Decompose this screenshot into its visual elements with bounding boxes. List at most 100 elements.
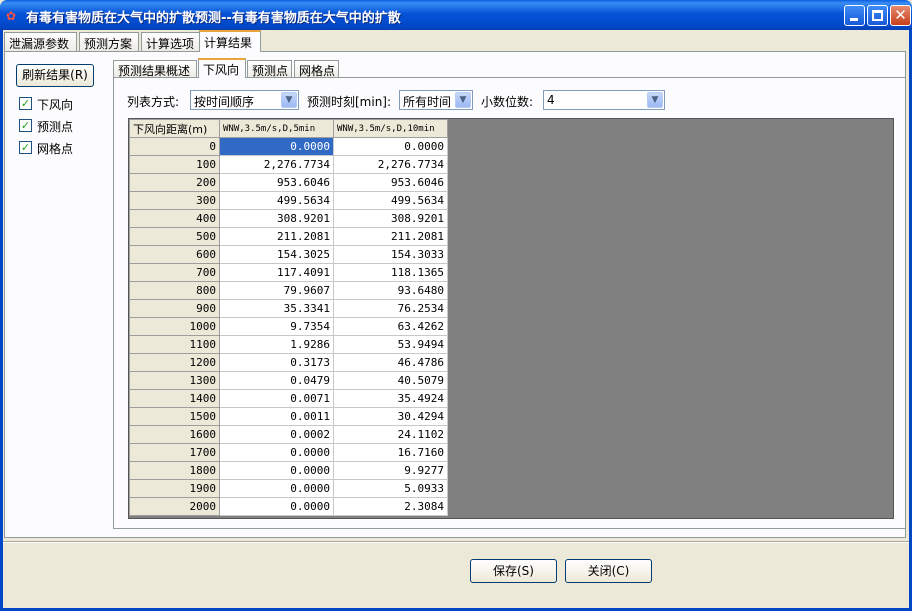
save-button[interactable]: 保存(S)	[470, 559, 557, 583]
table-cell[interactable]: 9.7354	[219, 317, 334, 336]
table-row[interactable]: 100 2,276.7734 2,276.7734	[129, 155, 448, 174]
tab-scheme[interactable]: 预测方案	[79, 32, 139, 51]
row-header-distance: 1500	[129, 407, 220, 426]
table-row[interactable]: 2000 0.0000 2.3084	[129, 497, 448, 516]
chevron-down-icon: ▼	[647, 92, 663, 108]
table-row[interactable]: 1200 0.3173 46.4786	[129, 353, 448, 372]
table-row[interactable]: 1900 0.0000 5.0933	[129, 479, 448, 498]
table-cell[interactable]: 0.0479	[219, 371, 334, 390]
table-row[interactable]: 1300 0.0479 40.5079	[129, 371, 448, 390]
table-cell[interactable]: 211.2081	[333, 227, 448, 246]
table-cell[interactable]: 1.9286	[219, 335, 334, 354]
table-cell[interactable]: 0.0000	[219, 461, 334, 480]
maximize-button[interactable]	[867, 5, 888, 26]
table-cell[interactable]: 46.4786	[333, 353, 448, 372]
row-header-distance: 1100	[129, 335, 220, 354]
time-select[interactable]: 所有时间 ▼	[399, 90, 473, 110]
table-cell[interactable]: 308.9201	[219, 209, 334, 228]
divider	[3, 541, 909, 543]
table-cell[interactable]: 308.9201	[333, 209, 448, 228]
table-cell[interactable]: 2,276.7734	[333, 155, 448, 174]
tab-grid-points[interactable]: 网格点	[294, 60, 339, 78]
table-cell[interactable]: 5.0933	[333, 479, 448, 498]
column-header[interactable]: WNW,3.5m/s,D,5min	[219, 119, 334, 138]
table-cell[interactable]: 0.0000	[219, 443, 334, 462]
row-header-distance: 900	[129, 299, 220, 318]
table-cell[interactable]: 24.1102	[333, 425, 448, 444]
minimize-icon	[850, 18, 858, 21]
table-cell[interactable]: 0.0000	[219, 479, 334, 498]
table-cell[interactable]: 30.4294	[333, 407, 448, 426]
row-header-distance: 200	[129, 173, 220, 192]
table-row[interactable]: 1500 0.0011 30.4294	[129, 407, 448, 426]
table-cell[interactable]: 0.0011	[219, 407, 334, 426]
decimals-select[interactable]: 4 ▼	[543, 90, 665, 110]
tab-leak-source[interactable]: 泄漏源参数	[4, 32, 77, 51]
row-header-distance: 1900	[129, 479, 220, 498]
column-header[interactable]: WNW,3.5m/s,D,10min	[333, 119, 448, 138]
table-cell[interactable]: 499.5634	[219, 191, 334, 210]
table-cell[interactable]: 0.0000	[333, 137, 448, 156]
refresh-results-button[interactable]: 刷新结果(R)	[16, 64, 94, 87]
table-cell[interactable]: 35.3341	[219, 299, 334, 318]
table-cell[interactable]: 211.2081	[219, 227, 334, 246]
table-cell[interactable]: 154.3025	[219, 245, 334, 264]
row-header-distance: 700	[129, 263, 220, 282]
table-row[interactable]: 0 0.0000 0.0000	[129, 137, 448, 156]
table-row[interactable]: 1700 0.0000 16.7160	[129, 443, 448, 462]
table-cell[interactable]: 2,276.7734	[219, 155, 334, 174]
close-button[interactable]: 关闭(C)	[565, 559, 652, 583]
list-mode-label: 列表方式:	[127, 95, 180, 109]
tab-downwind[interactable]: 下风向	[198, 58, 246, 78]
table-cell[interactable]: 118.1365	[333, 263, 448, 282]
table-row[interactable]: 1000 9.7354 63.4262	[129, 317, 448, 336]
table-row[interactable]: 300 499.5634 499.5634	[129, 191, 448, 210]
table-cell[interactable]: 0.0071	[219, 389, 334, 408]
table-cell[interactable]: 0.0000	[219, 497, 334, 516]
table-cell[interactable]: 79.9607	[219, 281, 334, 300]
table-cell[interactable]: 40.5079	[333, 371, 448, 390]
tab-calc-results[interactable]: 计算结果	[199, 30, 261, 52]
table-row[interactable]: 700 117.4091 118.1365	[129, 263, 448, 282]
table-cell[interactable]: 53.9494	[333, 335, 448, 354]
table-cell[interactable]: 2.3084	[333, 497, 448, 516]
table-cell[interactable]: 154.3033	[333, 245, 448, 264]
table-cell[interactable]: 16.7160	[333, 443, 448, 462]
table-cell[interactable]: 953.6046	[219, 173, 334, 192]
minimize-button[interactable]	[844, 5, 865, 26]
table-row[interactable]: 600 154.3025 154.3033	[129, 245, 448, 264]
table-row[interactable]: 800 79.9607 93.6480	[129, 281, 448, 300]
table-row[interactable]: 1600 0.0002 24.1102	[129, 425, 448, 444]
table-row[interactable]: 900 35.3341 76.2534	[129, 299, 448, 318]
table-cell[interactable]: 63.4262	[333, 317, 448, 336]
close-window-button[interactable]: ✕	[890, 5, 911, 26]
table-cell[interactable]: 9.9277	[333, 461, 448, 480]
column-header[interactable]: 下风向距离(m)	[129, 119, 220, 138]
table-row[interactable]: 1100 1.9286 53.9494	[129, 335, 448, 354]
table-cell[interactable]: 117.4091	[219, 263, 334, 282]
window-title: 有毒有害物质在大气中的扩散预测--有毒有害物质在大气中的扩散	[26, 11, 401, 26]
table-cell[interactable]: 499.5634	[333, 191, 448, 210]
list-mode-select[interactable]: 按时间顺序 ▼	[190, 90, 299, 110]
row-header-distance: 600	[129, 245, 220, 264]
tab-prediction-points[interactable]: 预测点	[247, 60, 292, 78]
table-row[interactable]: 500 211.2081 211.2081	[129, 227, 448, 246]
table-cell[interactable]: 93.6480	[333, 281, 448, 300]
table-cell[interactable]: 35.4924	[333, 389, 448, 408]
tab-calc-options[interactable]: 计算选项	[141, 32, 201, 51]
row-header-distance: 1300	[129, 371, 220, 390]
chevron-down-icon: ▼	[455, 92, 471, 108]
table-cell[interactable]: 0.0000	[219, 137, 334, 156]
table-row[interactable]: 1800 0.0000 9.9277	[129, 461, 448, 480]
tab-summary[interactable]: 预测结果概述	[113, 60, 197, 78]
row-header-distance: 500	[129, 227, 220, 246]
table-row[interactable]: 1400 0.0071 35.4924	[129, 389, 448, 408]
table-row[interactable]: 200 953.6046 953.6046	[129, 173, 448, 192]
table-row[interactable]: 400 308.9201 308.9201	[129, 209, 448, 228]
table-cell[interactable]: 0.0002	[219, 425, 334, 444]
table-cell[interactable]: 76.2534	[333, 299, 448, 318]
table-cell[interactable]: 0.3173	[219, 353, 334, 372]
results-grid[interactable]: 下风向距离(m) WNW,3.5m/s,D,5min WNW,3.5m/s,D,…	[129, 119, 448, 516]
table-cell[interactable]: 953.6046	[333, 173, 448, 192]
title-bar: ✿ 有毒有害物质在大气中的扩散预测--有毒有害物质在大气中的扩散 ✕	[0, 0, 912, 30]
